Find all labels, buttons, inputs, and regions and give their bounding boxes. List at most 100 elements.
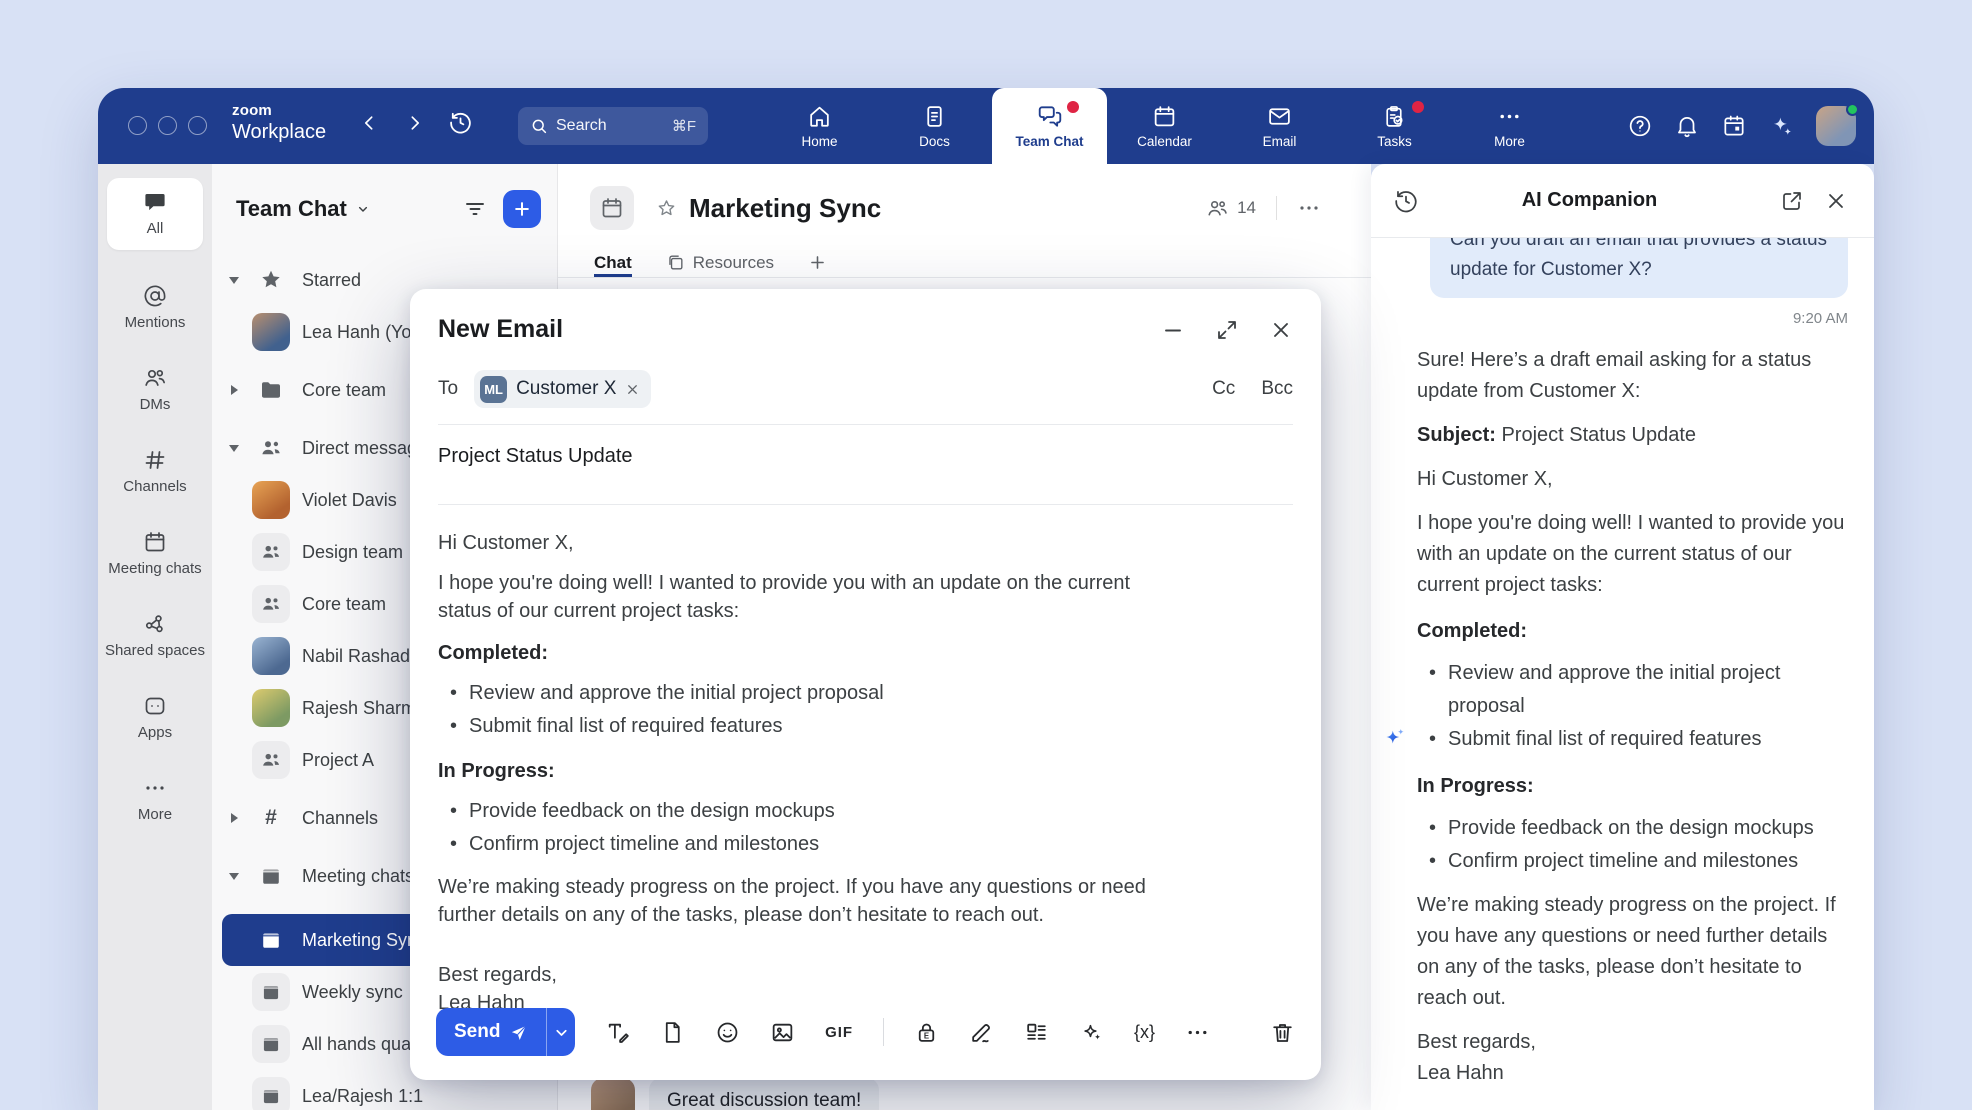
- insert-image-icon[interactable]: [770, 1020, 795, 1045]
- email-body-editor[interactable]: Hi Customer X, I hope you're doing well!…: [438, 505, 1162, 1017]
- rail-item-apps[interactable]: Apps: [138, 694, 172, 742]
- rail-item-dms[interactable]: DMs: [140, 366, 171, 414]
- back-icon[interactable]: [360, 113, 380, 133]
- cc-button[interactable]: Cc: [1212, 378, 1235, 400]
- ai-bullet: •Provide feedback on the design mockups: [1417, 812, 1848, 845]
- gif-button[interactable]: GIF: [825, 1024, 853, 1041]
- nav-tasks[interactable]: Tasks: [1337, 88, 1452, 164]
- caret-down-icon: [229, 445, 239, 452]
- tab-resources-label: Resources: [693, 253, 774, 273]
- member-count[interactable]: 14: [1206, 197, 1256, 220]
- rail-more-icon: [143, 776, 167, 800]
- ai-history-icon[interactable]: [1393, 188, 1419, 214]
- caret-down-icon: [229, 277, 239, 284]
- subject-input[interactable]: Project Status Update: [438, 425, 1293, 488]
- history-icon[interactable]: [448, 110, 473, 135]
- tasks-icon: [1382, 104, 1407, 129]
- minimize-icon[interactable]: [1161, 318, 1185, 342]
- svg-text:E: E: [924, 1031, 929, 1040]
- close-icon[interactable]: [1269, 318, 1293, 342]
- bcc-button[interactable]: Bcc: [1261, 378, 1293, 400]
- ai-greeting: Hi Customer X,: [1417, 464, 1848, 495]
- nav-home[interactable]: Home: [762, 88, 877, 164]
- calendar-icon: [1152, 104, 1177, 129]
- rail-item-shared-spaces[interactable]: Shared spaces: [105, 612, 205, 660]
- delete-draft-icon[interactable]: [1270, 1020, 1295, 1045]
- member-count-value: 14: [1237, 198, 1256, 218]
- window-zoom-button[interactable]: [188, 116, 207, 135]
- template-icon[interactable]: [1024, 1020, 1049, 1045]
- user-avatar[interactable]: [1816, 106, 1856, 146]
- tab-resources[interactable]: Resources: [666, 248, 774, 277]
- new-email-modal: New Email To ML Customer X Cc Bcc Projec…: [410, 289, 1321, 1080]
- ai-compose-icon[interactable]: [1079, 1020, 1104, 1045]
- notifications-icon[interactable]: [1674, 113, 1700, 139]
- forward-icon[interactable]: [404, 113, 424, 133]
- emoji-icon[interactable]: [715, 1020, 740, 1045]
- pop-out-icon[interactable]: [1780, 189, 1804, 213]
- window-minimize-button[interactable]: [158, 116, 177, 135]
- people-icon: [252, 429, 290, 467]
- window-controls[interactable]: [128, 116, 207, 135]
- ai-close-icon[interactable]: [1824, 189, 1848, 213]
- ai-panel-title: AI Companion: [1419, 189, 1760, 212]
- window-close-button[interactable]: [128, 116, 147, 135]
- today-calendar-icon[interactable]: [1721, 113, 1747, 139]
- rail-item-all[interactable]: All: [107, 178, 203, 250]
- attach-file-icon[interactable]: [660, 1020, 685, 1045]
- channels-icon: [143, 448, 167, 472]
- chat-message[interactable]: Great discussion team!: [591, 1078, 879, 1110]
- email-bullet: •Submit final list of required features: [438, 710, 1162, 743]
- tab-add[interactable]: [808, 248, 827, 277]
- send-options-dropdown[interactable]: [546, 1008, 575, 1056]
- nav-calendar[interactable]: Calendar: [1107, 88, 1222, 164]
- recipient-chip[interactable]: ML Customer X: [474, 370, 651, 408]
- group-icon: [252, 585, 290, 623]
- send-button-group[interactable]: Send: [436, 1008, 575, 1056]
- nav-team-chat[interactable]: Team Chat: [992, 88, 1107, 164]
- item-label: Rajesh Sharma: [302, 698, 426, 719]
- search-input[interactable]: Search ⌘F: [518, 107, 708, 145]
- help-icon[interactable]: [1627, 113, 1653, 139]
- nav-email[interactable]: Email: [1222, 88, 1337, 164]
- subject-value: Project Status Update: [1501, 424, 1696, 446]
- rail-item-channels[interactable]: Channels: [123, 448, 186, 496]
- item-label: Weekly sync: [302, 982, 403, 1003]
- panel-title-label: Team Chat: [236, 196, 347, 222]
- variables-button[interactable]: {x}: [1134, 1022, 1155, 1043]
- caret-right-icon: [231, 813, 238, 823]
- rail-item-meeting-chats[interactable]: Meeting chats: [108, 530, 201, 578]
- new-chat-button[interactable]: [503, 190, 541, 228]
- expand-icon[interactable]: [1215, 318, 1239, 342]
- nav-home-label: Home: [801, 134, 837, 149]
- search-icon: [530, 117, 548, 135]
- nav-docs[interactable]: Docs: [877, 88, 992, 164]
- tasks-badge: [1412, 101, 1424, 113]
- modal-title: New Email: [438, 315, 1131, 344]
- filter-icon[interactable]: [463, 197, 487, 221]
- rail-item-mentions[interactable]: Mentions: [125, 284, 186, 332]
- logo-zoom: zoom: [232, 103, 326, 118]
- hash-icon: #: [252, 799, 290, 837]
- encrypt-lock-icon[interactable]: E: [914, 1020, 939, 1045]
- tab-chat[interactable]: Chat: [594, 248, 632, 277]
- nav-more[interactable]: More: [1452, 88, 1567, 164]
- avatar: [252, 689, 290, 727]
- nav-team-chat-label: Team Chat: [1015, 134, 1083, 149]
- send-button[interactable]: Send: [436, 1008, 546, 1056]
- panel-title[interactable]: Team Chat: [236, 196, 371, 222]
- channel-more-icon[interactable]: [1297, 196, 1321, 220]
- item-label: Core team: [302, 380, 386, 401]
- email-greeting: Hi Customer X,: [438, 529, 1162, 557]
- ai-intro: Sure! Here’s a draft email asking for a …: [1417, 345, 1848, 407]
- remove-recipient-icon[interactable]: [625, 382, 640, 397]
- ai-companion-icon[interactable]: [1768, 113, 1795, 140]
- rail-item-more[interactable]: More: [138, 776, 172, 824]
- ai-companion-panel: AI Companion Can you draft an email that…: [1371, 164, 1874, 1110]
- item-label: Marketing Sync: [302, 930, 426, 951]
- text-format-icon[interactable]: [605, 1020, 630, 1045]
- signature-icon[interactable]: [969, 1020, 994, 1045]
- divider: [883, 1018, 884, 1046]
- favorite-star-icon[interactable]: [656, 198, 677, 219]
- toolbar-more-icon[interactable]: [1185, 1020, 1210, 1045]
